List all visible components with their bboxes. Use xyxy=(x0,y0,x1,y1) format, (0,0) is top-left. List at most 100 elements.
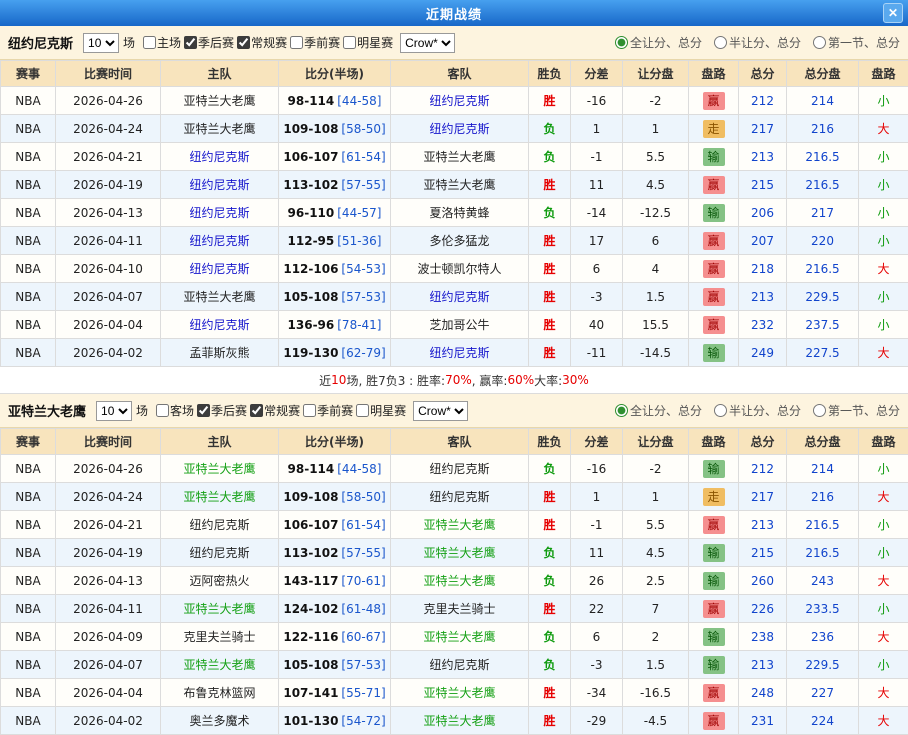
final-score: 96-110 xyxy=(288,206,335,220)
radio-input[interactable] xyxy=(813,36,826,49)
checkbox-input[interactable] xyxy=(343,36,356,49)
type-select[interactable]: Crow* xyxy=(413,401,468,421)
checkbox-input[interactable] xyxy=(250,404,263,417)
total-line-cell: 224 xyxy=(787,707,859,735)
filter-checkbox[interactable]: 季前赛 xyxy=(303,402,353,419)
final-score: 107-141 xyxy=(283,686,338,700)
home-team-cell: 布鲁克林篮网 xyxy=(161,679,279,707)
radio-option[interactable]: 半让分、总分 xyxy=(714,402,801,419)
checkbox-input[interactable] xyxy=(156,404,169,417)
away-team-cell: 纽约尼克斯 xyxy=(391,339,529,367)
filter-checkbox[interactable]: 常规赛 xyxy=(237,34,287,51)
checkbox-input[interactable] xyxy=(197,404,210,417)
radio-input[interactable] xyxy=(714,404,727,417)
radio-label: 半让分、总分 xyxy=(729,34,801,51)
filter-checkbox[interactable]: 常规赛 xyxy=(250,402,300,419)
over-under-cell: 小 xyxy=(859,143,908,171)
type-select[interactable]: Crow* xyxy=(400,33,455,53)
checkbox-input[interactable] xyxy=(184,36,197,49)
total-points-cell: 206 xyxy=(739,199,787,227)
total-line-cell: 216 xyxy=(787,483,859,511)
radio-option[interactable]: 第一节、总分 xyxy=(813,402,900,419)
filter-checkbox[interactable]: 季后赛 xyxy=(197,402,247,419)
date-cell: 2026-04-09 xyxy=(56,623,161,651)
filter-checkbox[interactable]: 主场 xyxy=(143,34,181,51)
league-cell: NBA xyxy=(1,455,56,483)
games-count-select[interactable]: 10 xyxy=(96,401,132,421)
handicap-result-badge: 输 xyxy=(703,204,725,222)
handicap-line-cell: 15.5 xyxy=(623,311,689,339)
close-icon[interactable]: ✕ xyxy=(883,3,903,23)
final-score: 105-108 xyxy=(283,290,338,304)
checkbox-input[interactable] xyxy=(356,404,369,417)
column-header: 胜负 xyxy=(529,429,571,455)
total-points-cell: 226 xyxy=(739,595,787,623)
handicap-line-cell: -16.5 xyxy=(623,679,689,707)
win-loss-cell: 胜 xyxy=(529,595,571,623)
total-line-cell: 229.5 xyxy=(787,651,859,679)
checkbox-input[interactable] xyxy=(237,36,250,49)
over-under-cell: 小 xyxy=(859,171,908,199)
checkbox-input[interactable] xyxy=(303,404,316,417)
over-under-cell: 小 xyxy=(859,283,908,311)
radio-option[interactable]: 半让分、总分 xyxy=(714,34,801,51)
game-row: NBA2026-04-13纽约尼克斯96-110[44-57]夏洛特黄蜂负-14… xyxy=(1,199,908,227)
handicap-result-cell: 赢 xyxy=(689,511,739,539)
away-team-cell: 亚特兰大老鹰 xyxy=(391,679,529,707)
half-score: [51-36] xyxy=(337,234,381,248)
handicap-line-cell: 2.5 xyxy=(623,567,689,595)
filter-checkbox[interactable]: 客场 xyxy=(156,402,194,419)
game-row: NBA2026-04-21纽约尼克斯106-107[61-54]亚特兰大老鹰负-… xyxy=(1,143,908,171)
away-team-cell: 纽约尼克斯 xyxy=(391,455,529,483)
radio-input[interactable] xyxy=(714,36,727,49)
handicap-result-badge: 输 xyxy=(703,656,725,674)
column-header: 分差 xyxy=(571,429,623,455)
column-header: 盘路 xyxy=(689,429,739,455)
away-team-cell: 多伦多猛龙 xyxy=(391,227,529,255)
half-score: [60-67] xyxy=(341,630,385,644)
total-line-cell: 216.5 xyxy=(787,171,859,199)
handicap-result-badge: 赢 xyxy=(703,712,725,730)
radio-option[interactable]: 全让分、总分 xyxy=(615,34,702,51)
column-header: 让分盘 xyxy=(623,429,689,455)
radio-input[interactable] xyxy=(615,404,628,417)
column-header: 盘路 xyxy=(859,429,908,455)
final-score: 106-107 xyxy=(283,150,338,164)
recent-results-window: 近期战绩 ✕ 纽约尼克斯 10 场 主场季后赛常规赛季前赛明星赛 Crow* 全… xyxy=(0,0,908,735)
date-cell: 2026-04-11 xyxy=(56,227,161,255)
score-cell: 113-102[57-55] xyxy=(279,171,391,199)
summary-segment: 60% xyxy=(507,373,534,387)
filter-checkbox[interactable]: 季后赛 xyxy=(184,34,234,51)
total-points-cell: 215 xyxy=(739,539,787,567)
filter-checkbox[interactable]: 明星赛 xyxy=(356,402,406,419)
score-cell: 105-108[57-53] xyxy=(279,651,391,679)
total-points-cell: 213 xyxy=(739,143,787,171)
checkbox-label: 明星赛 xyxy=(357,34,393,51)
filter-checkbox[interactable]: 季前赛 xyxy=(290,34,340,51)
total-points-cell: 215 xyxy=(739,171,787,199)
handicap-result-badge: 赢 xyxy=(703,600,725,618)
win-loss-cell: 负 xyxy=(529,651,571,679)
handicap-result-cell: 赢 xyxy=(689,707,739,735)
handicap-result-cell: 赢 xyxy=(689,171,739,199)
radio-option[interactable]: 第一节、总分 xyxy=(813,34,900,51)
checkbox-input[interactable] xyxy=(290,36,303,49)
score-cell: 98-114[44-58] xyxy=(279,455,391,483)
games-table: 赛事比赛时间主队比分(半场)客队胜负分差让分盘盘路总分总分盘盘路 NBA2026… xyxy=(0,428,908,735)
games-count-select[interactable]: 10 xyxy=(83,33,119,53)
win-loss-cell: 负 xyxy=(529,115,571,143)
date-cell: 2026-04-19 xyxy=(56,539,161,567)
total-line-cell: 227 xyxy=(787,679,859,707)
final-score: 112-106 xyxy=(283,262,338,276)
checkbox-input[interactable] xyxy=(143,36,156,49)
over-under-cell: 大 xyxy=(859,567,908,595)
radio-option[interactable]: 全让分、总分 xyxy=(615,402,702,419)
column-header: 客队 xyxy=(391,61,529,87)
total-points-cell: 249 xyxy=(739,339,787,367)
radio-input[interactable] xyxy=(813,404,826,417)
filter-checkbox[interactable]: 明星赛 xyxy=(343,34,393,51)
date-cell: 2026-04-02 xyxy=(56,707,161,735)
final-score: 98-114 xyxy=(288,94,335,108)
score-cell: 101-130[54-72] xyxy=(279,707,391,735)
radio-input[interactable] xyxy=(615,36,628,49)
